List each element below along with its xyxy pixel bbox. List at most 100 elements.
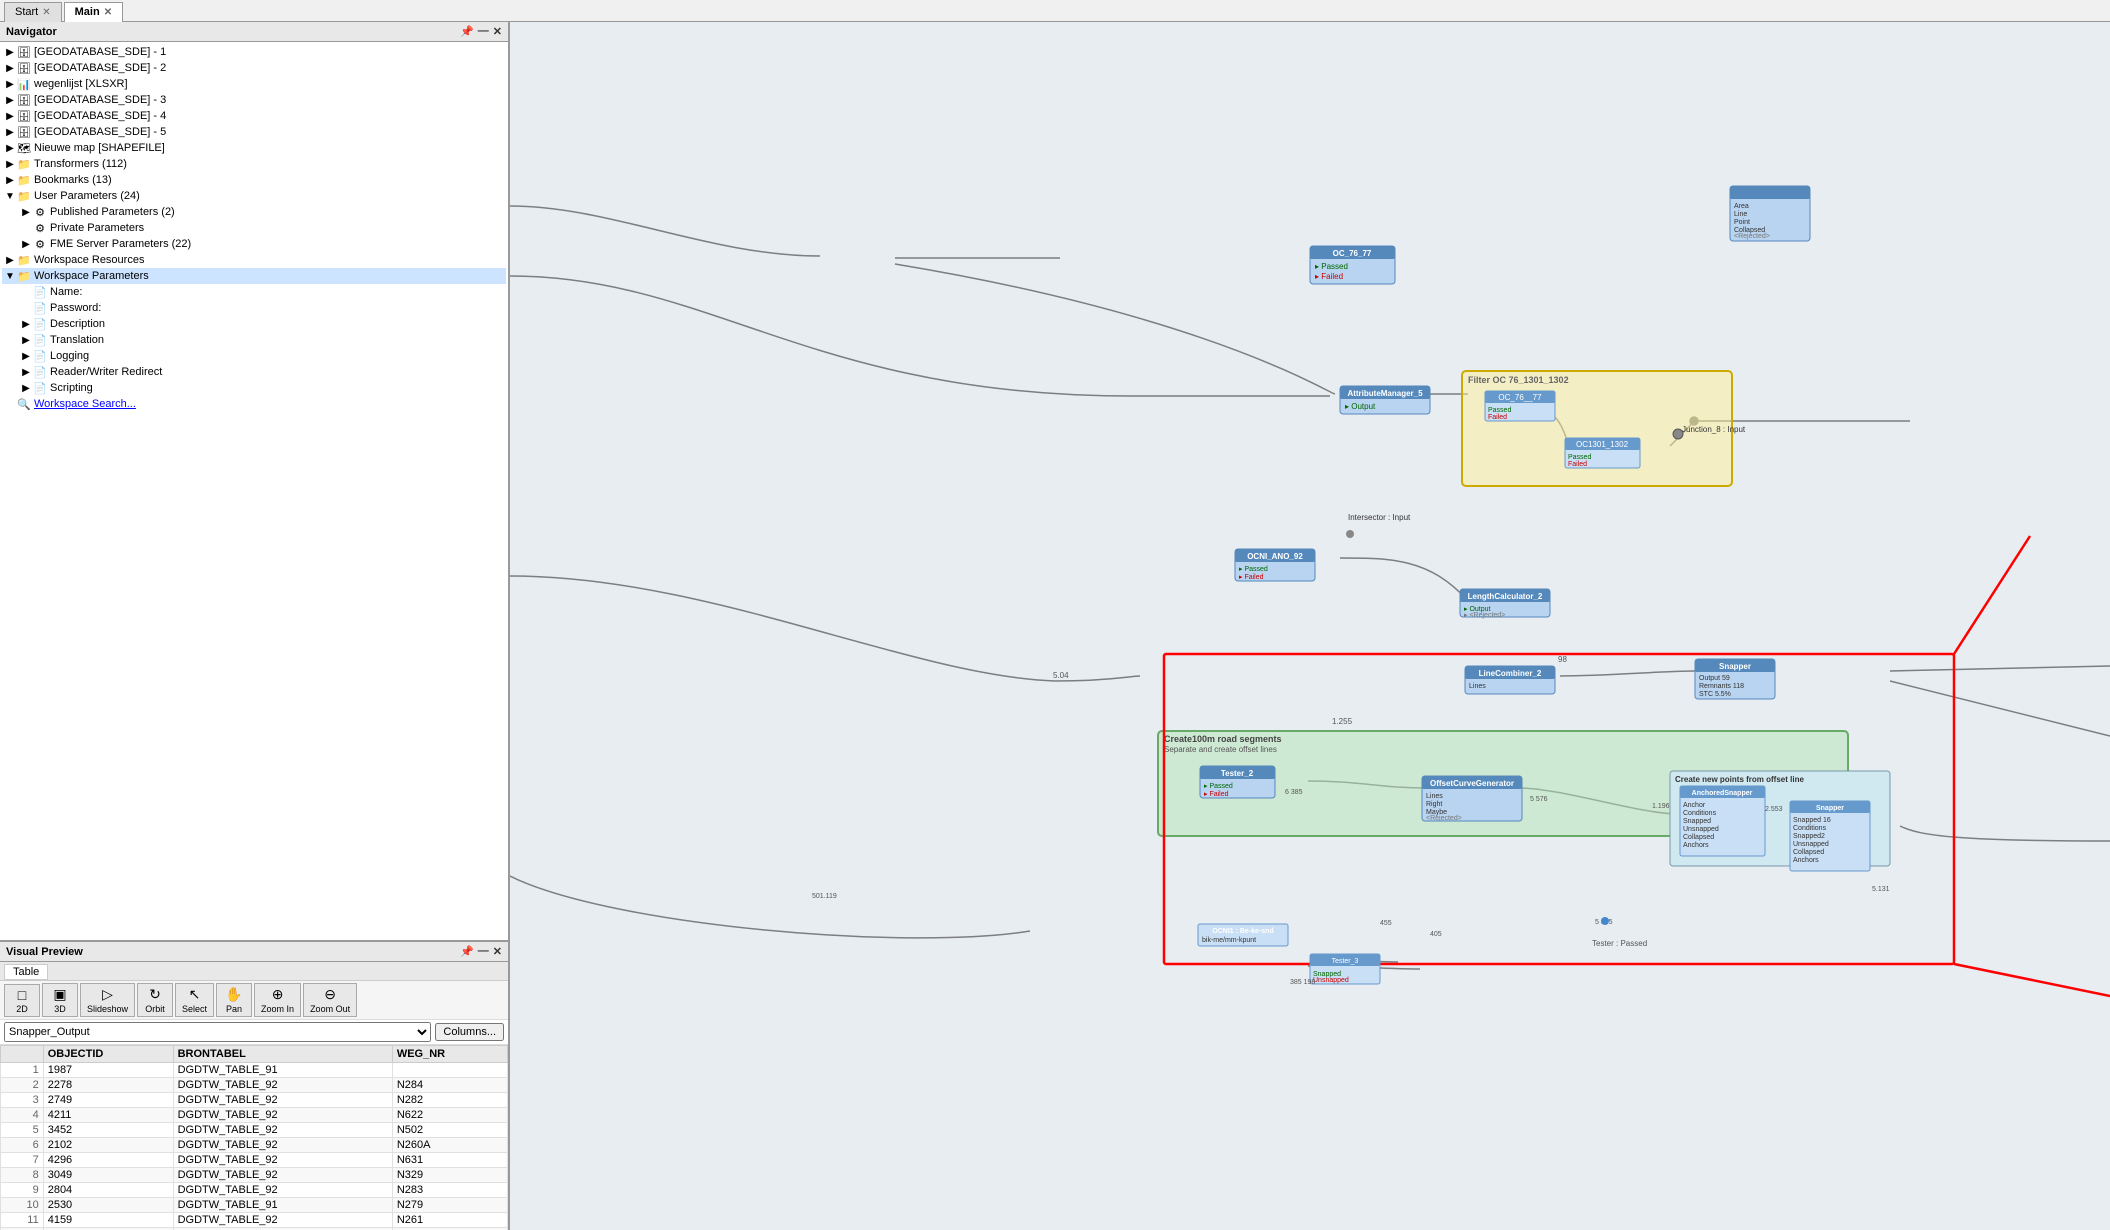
visual-preview-title: Visual Preview (6, 946, 83, 958)
table-row[interactable]: 10 2530 DGDTW_TABLE_91 N279 (1, 1198, 508, 1213)
preview-table-container: OBJECTID BRONTABEL WEG_NR 1 1987 DGDTW_T… (0, 1045, 508, 1230)
cell-brontabel: DGDTW_TABLE_91 (173, 1198, 392, 1213)
btn-slideshow[interactable]: ▷Slideshow (80, 983, 135, 1017)
tree-item-geo4[interactable]: ▶🗄 [GEODATABASE_SDE] - 4 (2, 108, 506, 124)
table-row[interactable]: 7 4296 DGDTW_TABLE_92 N631 (1, 1153, 508, 1168)
svg-text:1.196: 1.196 (1652, 803, 1670, 810)
tree-item-geo2[interactable]: ▶🗄 [GEODATABASE_SDE] - 2 (2, 60, 506, 76)
btn-pan[interactable]: ✋Pan (216, 983, 252, 1017)
cell-objectid: 2278 (43, 1078, 173, 1093)
svg-text:Point: Point (1734, 219, 1750, 226)
tree-arrow-geo4[interactable]: ▶ (4, 111, 16, 122)
tree-item-logging[interactable]: ▶📄Logging (2, 348, 506, 364)
tree-item-transformers[interactable]: ▶📁Transformers (112) (2, 156, 506, 172)
tree-item-geo1[interactable]: ▶🗄 [GEODATABASE_SDE] - 1 (2, 44, 506, 60)
tree-item-reader_writer[interactable]: ▶📄Reader/Writer Redirect (2, 364, 506, 380)
tree-item-password[interactable]: 📄Password: (2, 300, 506, 316)
tree-arrow-scripting[interactable]: ▶ (20, 383, 32, 394)
tree-arrow-workspace_params[interactable]: ▼ (4, 271, 16, 282)
tree-item-geo3[interactable]: ▶🗄 [GEODATABASE_SDE] - 3 (2, 92, 506, 108)
tree-arrow-bookmarks[interactable]: ▶ (4, 175, 16, 186)
tab-main-close[interactable]: ✕ (104, 7, 112, 18)
table-row[interactable]: 6 2102 DGDTW_TABLE_92 N260A (1, 1138, 508, 1153)
tree-item-bookmarks[interactable]: ▶📁Bookmarks (13) (2, 172, 506, 188)
tree-item-translation[interactable]: ▶📄Translation (2, 332, 506, 348)
cell-wegnr: N502 (392, 1123, 507, 1138)
folder-icon: 📁 (16, 173, 32, 187)
tab-main[interactable]: Main ✕ (64, 2, 123, 22)
visual-preview-pin-icon[interactable]: 📌 (460, 945, 474, 958)
preview-tab-table[interactable]: Table (4, 964, 48, 980)
tree-label-workspace_search[interactable]: Workspace Search... (34, 398, 136, 410)
tree-item-name[interactable]: 📄Name: (2, 284, 506, 300)
table-row[interactable]: 9 2804 DGDTW_TABLE_92 N283 (1, 1183, 508, 1198)
columns-button[interactable]: Columns... (435, 1023, 504, 1041)
tree-item-workspace_search[interactable]: 🔍Workspace Search... (2, 396, 506, 412)
tree-item-workspace_res[interactable]: ▶📁Workspace Resources (2, 252, 506, 268)
tree-item-wegenlijst[interactable]: ▶📊wegenlijst [XLSXR] (2, 76, 506, 92)
tree-arrow-geo5[interactable]: ▶ (4, 127, 16, 138)
cell-brontabel: DGDTW_TABLE_92 (173, 1168, 392, 1183)
tree-item-published_params[interactable]: ▶⚙Published Parameters (2) (2, 204, 506, 220)
svg-text:OC_76_77: OC_76_77 (1333, 249, 1372, 258)
tree-arrow-logging[interactable]: ▶ (20, 351, 32, 362)
tree-label-transformers: Transformers (112) (34, 158, 127, 170)
btn-zoom-in[interactable]: ⊕Zoom In (254, 983, 301, 1017)
btn-select[interactable]: ↖Select (175, 983, 214, 1017)
tree-item-fme_server[interactable]: ▶⚙FME Server Parameters (22) (2, 236, 506, 252)
btn-2d[interactable]: □2D (4, 984, 40, 1017)
btn-3d[interactable]: ▣3D (42, 983, 78, 1017)
item-icon: 📄 (32, 365, 48, 379)
svg-text:Anchor: Anchor (1683, 802, 1706, 809)
table-row[interactable]: 1 1987 DGDTW_TABLE_91 (1, 1063, 508, 1078)
tree-label-password: Password: (50, 302, 101, 314)
cell-brontabel: DGDTW_TABLE_92 (173, 1123, 392, 1138)
tree-arrow-description[interactable]: ▶ (20, 319, 32, 330)
table-row[interactable]: 11 4159 DGDTW_TABLE_92 N261 (1, 1213, 508, 1228)
tree-item-geo5[interactable]: ▶🗄 [GEODATABASE_SDE] - 5 (2, 124, 506, 140)
canvas-panel[interactable]: Filter OC 76_1301_1302 Create100m road s… (510, 22, 2110, 1230)
tree-arrow-geo2[interactable]: ▶ (4, 63, 16, 74)
svg-text:Anchors: Anchors (1793, 857, 1819, 864)
tab-start-close[interactable]: ✕ (42, 7, 50, 18)
svg-text:455: 455 (1380, 920, 1392, 927)
tree-arrow-nieuwe_map[interactable]: ▶ (4, 143, 16, 154)
tab-start[interactable]: Start ✕ (4, 2, 62, 22)
tree-item-nieuwe_map[interactable]: ▶🗺Nieuwe map [SHAPEFILE] (2, 140, 506, 156)
tree-item-scripting[interactable]: ▶📄Scripting (2, 380, 506, 396)
tree-arrow-published_params[interactable]: ▶ (20, 207, 32, 218)
svg-text:Filter OC 76_1301_1302: Filter OC 76_1301_1302 (1468, 375, 1569, 385)
tree-arrow-workspace_res[interactable]: ▶ (4, 255, 16, 266)
navigator-pin-icon[interactable]: 📌 (460, 25, 474, 38)
tree-item-private_params[interactable]: ⚙Private Parameters (2, 220, 506, 236)
tree-arrow-wegenlijst[interactable]: ▶ (4, 79, 16, 90)
tree-item-user_params[interactable]: ▼📁User Parameters (24) (2, 188, 506, 204)
tree-arrow-geo3[interactable]: ▶ (4, 95, 16, 106)
navigator-minimize-icon[interactable]: — (478, 25, 489, 38)
preview-layer-select[interactable]: Snapper_Output (4, 1022, 431, 1042)
table-row[interactable]: 4 4211 DGDTW_TABLE_92 N622 (1, 1108, 508, 1123)
btn-zoom-out[interactable]: ⊖Zoom Out (303, 983, 357, 1017)
table-row[interactable]: 3 2749 DGDTW_TABLE_92 N282 (1, 1093, 508, 1108)
btn-orbit[interactable]: ↻Orbit (137, 983, 173, 1017)
svg-text:Intersector : Input: Intersector : Input (1348, 513, 1411, 522)
svg-text:Tester_3: Tester_3 (1332, 958, 1359, 965)
tree-arrow-user_params[interactable]: ▼ (4, 191, 16, 202)
tree-arrow-translation[interactable]: ▶ (20, 335, 32, 346)
navigator-close-icon[interactable]: ✕ (493, 25, 502, 38)
table-row[interactable]: 2 2278 DGDTW_TABLE_92 N284 (1, 1078, 508, 1093)
cell-wegnr: N329 (392, 1168, 507, 1183)
tree-arrow-fme_server[interactable]: ▶ (20, 239, 32, 250)
visual-preview-close-icon[interactable]: ✕ (493, 945, 502, 958)
table-row[interactable]: 5 3452 DGDTW_TABLE_92 N502 (1, 1123, 508, 1138)
table-row[interactable]: 8 3049 DGDTW_TABLE_92 N329 (1, 1168, 508, 1183)
svg-text:▸ Output: ▸ Output (1345, 402, 1376, 411)
cell-wegnr: N284 (392, 1078, 507, 1093)
tree-item-description[interactable]: ▶📄Description (2, 316, 506, 332)
tree-arrow-geo1[interactable]: ▶ (4, 47, 16, 58)
tree-item-workspace_params[interactable]: ▼📁Workspace Parameters (2, 268, 506, 284)
tree-arrow-transformers[interactable]: ▶ (4, 159, 16, 170)
svg-text:Tester_2: Tester_2 (1221, 769, 1254, 778)
tree-arrow-reader_writer[interactable]: ▶ (20, 367, 32, 378)
visual-preview-minimize-icon[interactable]: — (478, 945, 489, 958)
